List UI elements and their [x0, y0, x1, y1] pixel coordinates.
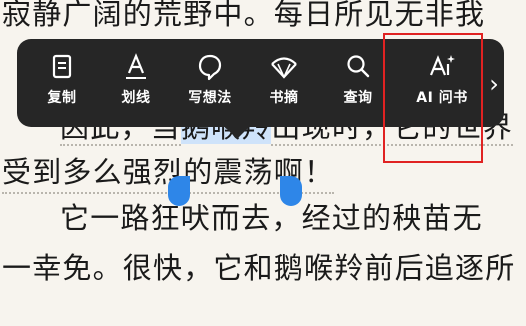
thought-bubble-icon — [198, 54, 222, 81]
underline-label: 划线 — [121, 90, 151, 106]
excerpt-label: 书摘 — [269, 90, 299, 106]
copy-label: 复制 — [47, 90, 77, 106]
text-segment: 它一路狂吠而去，经过的秧苗无 — [60, 201, 483, 235]
write-note-button[interactable]: 写想法 — [175, 49, 245, 119]
underline-icon — [126, 53, 146, 79]
selection-end-handle[interactable] — [280, 176, 302, 206]
text-line: 一幸免。很快，它和鹅喉羚前后追逐所 — [2, 251, 516, 285]
selection-start-handle[interactable] — [168, 176, 190, 206]
text-line: 寂静广阔的荒野中。每日所见无非我 — [2, 0, 486, 31]
underline-button[interactable]: 划线 — [101, 49, 171, 119]
copy-icon — [52, 54, 72, 79]
text-line: 它一路狂吠而去，经过的秧苗无 — [2, 198, 483, 238]
annotation-highlight-box — [383, 33, 483, 163]
search-icon — [347, 55, 370, 78]
write-note-label: 写想法 — [188, 90, 232, 106]
toolbar-pointer — [224, 126, 250, 139]
more-arrow-icon[interactable]: › — [485, 69, 503, 99]
copy-button[interactable]: 复制 — [27, 49, 97, 119]
excerpt-button[interactable]: 书摘 — [249, 49, 319, 119]
excerpt-fan-icon — [271, 57, 297, 79]
